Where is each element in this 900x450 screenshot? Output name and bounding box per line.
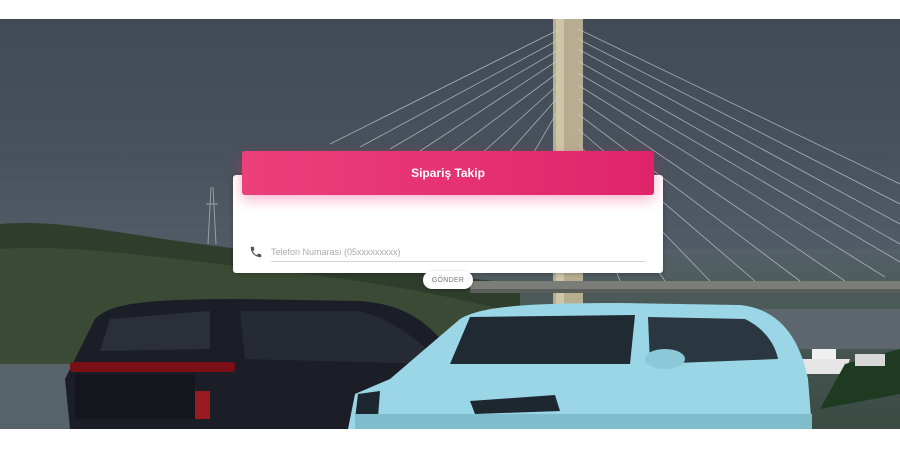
send-button[interactable]: GÖNDER [423, 271, 473, 289]
phone-input-row [249, 241, 645, 263]
page-title: Sipariş Takip [411, 166, 485, 180]
phone-number-input[interactable] [271, 242, 645, 262]
phone-icon [249, 245, 263, 259]
card-header: Sipariş Takip [242, 151, 654, 195]
